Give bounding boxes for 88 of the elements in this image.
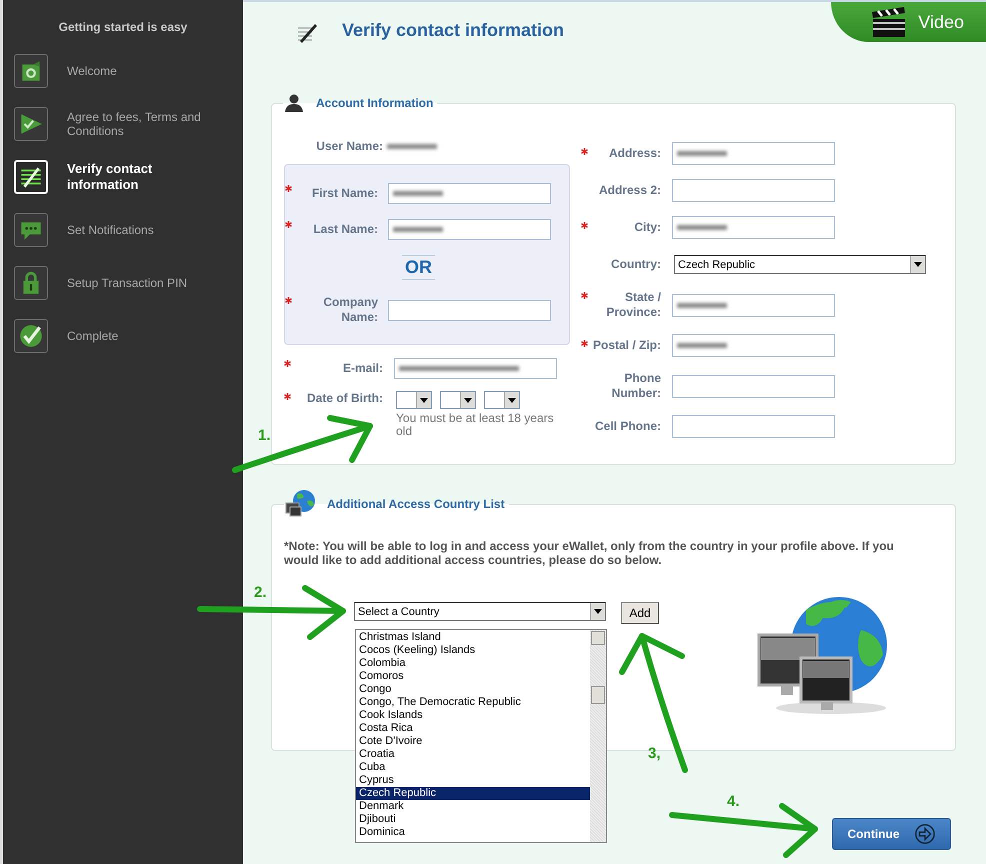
- dropdown-option[interactable]: Congo, The Democratic Republic: [356, 696, 590, 709]
- country-dropdown[interactable]: Select a Country: [354, 602, 606, 621]
- scroll-thumb[interactable]: [591, 686, 605, 704]
- caret-icon: [508, 398, 516, 402]
- date-dropdown[interactable]: [440, 391, 476, 409]
- field-label: Date of Birth:: [306, 391, 383, 406]
- sidebar-title: Getting started is easy: [58, 20, 188, 34]
- person-icon: [284, 93, 304, 113]
- speech-bubble-icon[interactable]: [14, 212, 48, 246]
- redacted-value: [677, 302, 727, 308]
- step-label[interactable]: Agree to fees, Terms and Conditions: [67, 110, 217, 138]
- text-field[interactable]: [672, 294, 835, 316]
- or-divider: OR: [402, 255, 435, 280]
- section-title: Additional Access Country List: [327, 497, 505, 511]
- scroll-up-icon[interactable]: [591, 631, 605, 645]
- text-field[interactable]: [672, 179, 835, 202]
- dropdown-option[interactable]: Dominica: [356, 826, 590, 839]
- field-label: User Name:: [315, 138, 383, 154]
- pencil-icon[interactable]: [14, 160, 48, 194]
- step-number: 4.: [727, 793, 740, 810]
- step-label[interactable]: Set Notifications: [67, 222, 217, 236]
- dropdown-option[interactable]: Czech Republic: [356, 787, 590, 800]
- caret-icon: [594, 609, 602, 614]
- dropdown-option[interactable]: Cyprus: [356, 774, 590, 787]
- caret-icon: [914, 262, 922, 267]
- dropdown-option[interactable]: Christmas Island: [356, 631, 590, 644]
- section-title: Account Information: [316, 96, 434, 110]
- arrow-circle-icon: [914, 823, 936, 845]
- step-label[interactable]: Verify contact information: [67, 160, 217, 192]
- text-field[interactable]: [388, 300, 551, 320]
- text-field[interactable]: [672, 415, 835, 438]
- text-field[interactable]: [672, 216, 835, 239]
- dropdown-option[interactable]: Denmark: [356, 800, 590, 813]
- caret-icon: [420, 398, 428, 402]
- dropdown-option[interactable]: Comoros: [356, 670, 590, 683]
- text-field[interactable]: [672, 334, 835, 357]
- step-label[interactable]: Setup Transaction PIN: [67, 276, 217, 290]
- dropdown-option[interactable]: Cook Islands: [356, 709, 590, 722]
- padlock-icon[interactable]: [14, 266, 48, 300]
- step-label[interactable]: Complete: [67, 328, 217, 342]
- video-button[interactable]: Video: [831, 2, 986, 42]
- dropdown-option[interactable]: Djibouti: [356, 813, 590, 826]
- dropdown-option[interactable]: Congo: [356, 683, 590, 696]
- redacted-value: [393, 227, 443, 232]
- field-label: Phone Number:: [610, 371, 661, 401]
- check-icon[interactable]: [14, 106, 48, 140]
- field-label: Address:: [608, 146, 661, 161]
- country-dropdown[interactable]: Czech Republic: [674, 255, 926, 274]
- check-icon[interactable]: [14, 318, 48, 352]
- add-button[interactable]: Add: [621, 602, 659, 624]
- field-label: First Name:: [310, 186, 378, 201]
- field-label: Postal / Zip:: [592, 338, 661, 353]
- text-field[interactable]: [672, 374, 835, 398]
- scrollbar[interactable]: [590, 630, 606, 842]
- step-number: 2.: [254, 584, 267, 601]
- step-number: 3,: [648, 745, 661, 762]
- text-field[interactable]: [388, 183, 551, 204]
- redacted-value: [677, 225, 727, 230]
- caret-icon: [464, 398, 472, 402]
- dropdown-option[interactable]: Cote D'Ivoire: [356, 735, 590, 748]
- redacted-value: [393, 191, 443, 196]
- field-label: Cell Phone:: [594, 419, 661, 434]
- hint-text: You must be at least 18 years old: [396, 412, 555, 438]
- step-label[interactable]: Welcome: [67, 64, 217, 78]
- field-label: E-mail:: [342, 361, 383, 376]
- globe-icon: [285, 489, 317, 519]
- date-dropdown[interactable]: [396, 391, 432, 409]
- note-text: *Note: You will be able to log in and access your eWallet, only from the country in your profile above. If you would like to add additional access countries, please do so below.: [284, 539, 895, 567]
- dropdown-option[interactable]: Cocos (Keeling) Islands: [356, 644, 590, 657]
- text-field[interactable]: [388, 219, 551, 240]
- step-number: 1.: [258, 427, 271, 444]
- email-field[interactable]: [394, 358, 557, 379]
- field-label: Country:: [610, 257, 661, 272]
- field-label: Company Name:: [322, 295, 378, 325]
- page-title: Verify contact information: [342, 20, 564, 41]
- dropdown-option[interactable]: Cuba: [356, 761, 590, 774]
- field-label: City:: [633, 220, 661, 235]
- text-field[interactable]: [672, 142, 835, 165]
- dropdown-option[interactable]: Colombia: [356, 657, 590, 670]
- dropdown-option[interactable]: Costa Rica: [356, 722, 590, 735]
- redacted-value: [677, 151, 727, 156]
- field-label: State / Province:: [605, 290, 661, 320]
- dropdown-option[interactable]: Croatia: [356, 748, 590, 761]
- field-label: Last Name:: [312, 222, 378, 237]
- redacted-value: [677, 343, 727, 348]
- field-label: Address 2:: [598, 183, 661, 198]
- continue-button[interactable]: Continue: [832, 818, 951, 850]
- date-dropdown[interactable]: [484, 391, 520, 409]
